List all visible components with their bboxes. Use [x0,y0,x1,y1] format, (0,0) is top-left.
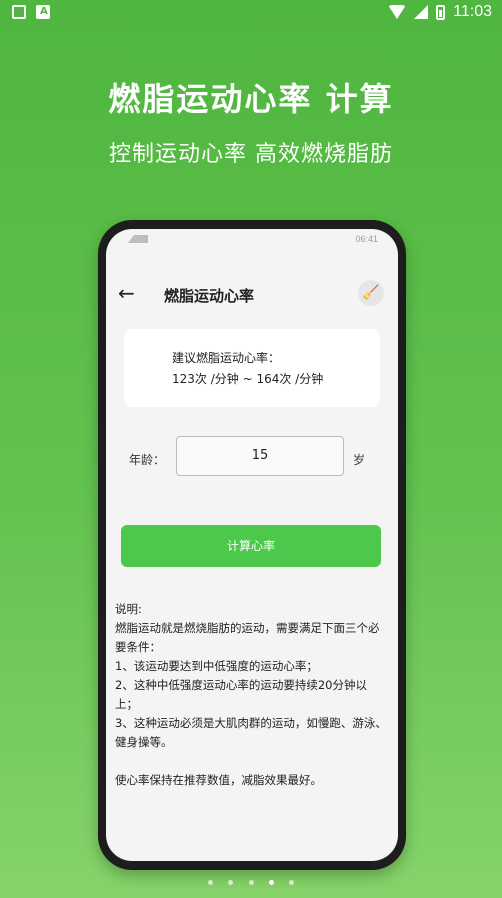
a-icon: A [36,5,50,19]
page-dot[interactable] [288,880,294,885]
page-dot[interactable] [208,880,214,885]
promo-subline: 控制运动心率 高效燃烧脂肪 [109,142,393,167]
age-input[interactable]: 15 [176,436,344,476]
phone-mockup: 06:41 ← 燃脂运动心率 🧹 建议燃脂运动心率： 123次 /分钟 ~ 16… [98,220,406,870]
page-dot[interactable] [228,880,234,885]
desc-line: 说明: [115,602,142,616]
cat-icon [12,5,26,19]
app-bar: ← 燃脂运动心率 🧹 [106,274,398,314]
suggest-value: 123次 /分钟 ~ 164次 /分钟 [172,372,324,386]
broom-icon[interactable]: 🧹 [358,280,384,306]
page-dot-active[interactable] [268,880,274,885]
phone-screen: 06:41 ← 燃脂运动心率 🧹 建议燃脂运动心率： 123次 /分钟 ~ 16… [106,229,398,861]
system-status-bar: A 11:03 [0,0,502,26]
desc-line: 2、这种中低强度运动心率的运动要持续20分钟以上； [115,678,367,711]
desc-line: 1、该运动要达到中低强度的运动心率； [115,659,318,673]
desc-line: 使心率保持在推荐数值，减脂效果最好。 [115,773,322,787]
page-dot[interactable] [248,880,254,885]
desc-line: 燃脂运动就是燃烧脂肪的运动，需要满足下面三个必要条件： [115,621,380,654]
age-label: 年龄： [129,453,166,467]
wifi-icon [388,5,407,19]
page-indicator [0,870,502,889]
phone-status-time: 06:41 [355,234,378,244]
calculate-heart-rate-button[interactable]: 计算心率 [121,525,381,567]
status-time: 11:03 [453,3,492,20]
age-unit: 岁 [353,453,366,467]
signal-icon [128,235,148,243]
suggest-label: 建议燃脂运动心率： [172,351,281,365]
page-title: 燃脂运动心率 [164,287,255,305]
back-arrow-icon[interactable]: ← [118,282,140,304]
description: 说明: 燃脂运动就是燃烧脂肪的运动，需要满足下面三个必要条件： 1、该运动要达到… [115,600,389,790]
result-card: 建议燃脂运动心率： 123次 /分钟 ~ 164次 /分钟 [124,329,380,407]
signal-icon [414,5,429,19]
desc-line: 3、这种运动必须是大肌肉群的运动，如慢跑、游泳、健身操等。 [115,716,387,749]
phone-status-bar: 06:41 [106,229,398,251]
promo-headline: 燃脂运动心率 计算 [108,80,394,118]
battery-icon [436,4,446,20]
